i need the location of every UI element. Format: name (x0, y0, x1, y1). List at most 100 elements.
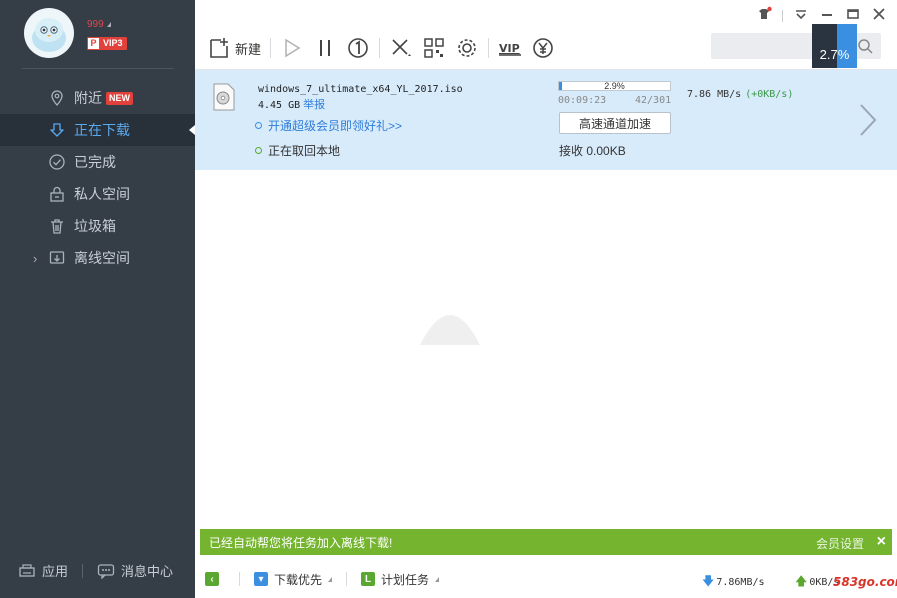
sidebar-divider (22, 68, 174, 69)
task-filename: windows_7_ultimate_x64_YL_2017.iso (258, 84, 463, 95)
sidebar-item-label: 正在下载 (74, 122, 130, 138)
sidebar-item-private-space[interactable]: 私人空间 (0, 178, 195, 210)
lock-icon (48, 185, 66, 203)
piece-count: 42/301 (635, 95, 672, 106)
task-status: 正在取回本地 (255, 142, 340, 159)
sidebar-item-offline-space[interactable]: › 离线空间 (0, 242, 195, 274)
sidebar-item-trash[interactable]: 垃圾箱 (0, 210, 195, 242)
svg-text:VIP: VIP (499, 42, 520, 55)
search-icon[interactable] (856, 37, 874, 55)
close-icon[interactable] (871, 6, 887, 25)
high-speed-accel-button[interactable]: 高速通道加速 (559, 112, 671, 134)
progress-bar: 2.9% (558, 81, 671, 91)
status-bar: ‹ ▾ 下载优先 L 计划任务 🡇 7.86MB/s 🡅 0KB/s (195, 560, 897, 598)
divider (239, 572, 240, 586)
site-watermark: 583go.com (833, 575, 897, 589)
report-link[interactable]: 举报 (303, 98, 325, 111)
notice-text: 已经自动帮您将任务加入离线下载! (209, 535, 393, 550)
divider (782, 9, 783, 22)
divider (346, 572, 348, 586)
task-speed: 7.86 MB/s (+0KB/s) (687, 89, 794, 100)
toolbar: 新建 VIP (207, 34, 564, 62)
sidebar-item-label: 垃圾箱 (74, 218, 116, 234)
divider (379, 38, 381, 58)
message-center-button[interactable]: 消息中心 (97, 561, 173, 580)
delete-button[interactable] (389, 36, 413, 60)
settings-button[interactable] (455, 36, 479, 60)
trash-icon (48, 217, 66, 235)
top-toolbar: 新建 VIP 2.7% (195, 0, 897, 70)
schedule-icon: L (361, 572, 376, 586)
wallet-button[interactable] (531, 36, 555, 60)
download-speed: 🡇 7.86MB/s (702, 572, 765, 593)
delete-x-icon (392, 39, 412, 56)
sidebar: 999 VIP3 附近 NEW 正在下载 已完成 私人空间 (0, 0, 195, 598)
scheduled-tasks-button[interactable]: 计划任务 (381, 571, 429, 588)
pause-button[interactable] (313, 36, 337, 60)
minimize-icon[interactable] (819, 6, 835, 25)
download-priority-icon: ▾ (254, 572, 268, 586)
divider (488, 38, 490, 58)
qr-code-button[interactable] (422, 36, 446, 60)
new-task-button[interactable]: 新建 (207, 36, 261, 60)
elapsed-time: 00:09:23 (558, 95, 607, 106)
apps-button[interactable]: 应用 (18, 561, 68, 580)
dropdown-icon[interactable] (435, 576, 440, 582)
divider (270, 38, 272, 58)
skin-icon[interactable] (756, 6, 772, 25)
empty-state-bird-icon (420, 315, 480, 345)
window-controls (756, 6, 887, 25)
divider (82, 563, 84, 578)
sidebar-item-label: 私人空间 (74, 186, 130, 202)
dropdown-icon[interactable] (328, 576, 333, 582)
sidebar-nav: 附近 NEW 正在下载 已完成 私人空间 垃圾箱 › 离线空间 (0, 82, 195, 274)
collapse-left-icon[interactable]: ‹ (205, 572, 219, 586)
status-dot (255, 147, 262, 154)
maximize-icon[interactable] (845, 6, 861, 25)
received-amount: 接收 0.00KB (559, 144, 626, 158)
offline-notice-bar: 已经自动帮您将任务加入离线下载! 会员设置 × (200, 529, 892, 555)
task-size: 4.45 GB 举报 (258, 98, 326, 111)
vip-button[interactable]: VIP (498, 36, 522, 60)
sidebar-item-label: 离线空间 (74, 250, 130, 266)
download-priority-mode[interactable]: 下载优先 (274, 571, 322, 588)
close-icon[interactable]: × (877, 533, 886, 551)
location-pin-icon (48, 89, 66, 107)
start-button[interactable] (280, 36, 304, 60)
new-file-icon (210, 38, 228, 58)
username[interactable]: 999 (87, 19, 111, 30)
sidebar-item-label: 附近 (74, 90, 102, 106)
member-settings-link[interactable]: 会员设置 (816, 535, 864, 552)
number-one-circle-icon (348, 38, 368, 58)
menu-icon[interactable] (793, 6, 809, 25)
check-circle-icon (48, 153, 66, 171)
new-badge: NEW (106, 91, 133, 105)
sidebar-item-nearby[interactable]: 附近 NEW (0, 82, 195, 114)
yen-coin-icon (533, 38, 553, 58)
qr-code-icon (424, 38, 444, 58)
sidebar-bottom: 应用 消息中心 (0, 561, 195, 580)
arrow-down-icon: 🡇 (702, 574, 715, 588)
cloud-download-icon (48, 249, 66, 267)
avatar[interactable] (24, 8, 74, 58)
vip-icon: VIP (499, 42, 522, 56)
pause-icon (320, 40, 331, 56)
iso-file-icon (213, 83, 235, 111)
vip-promo-link[interactable]: 开通超级会员即领好礼>> (255, 117, 402, 134)
chevron-right-icon[interactable]: › (33, 251, 37, 266)
sidebar-item-downloading[interactable]: 正在下载 (0, 114, 195, 146)
download-arrow-icon (48, 121, 66, 139)
sidebar-item-completed[interactable]: 已完成 (0, 146, 195, 178)
status-dot (255, 122, 262, 129)
chevron-right-icon[interactable] (858, 103, 878, 137)
progress-text: 2.9% (604, 81, 625, 91)
speed-tooltip: 2.7% (812, 24, 857, 68)
chat-bubble-icon (97, 563, 115, 579)
gear-icon (458, 39, 476, 57)
single-task-button[interactable] (346, 36, 370, 60)
task-row[interactable]: windows_7_ultimate_x64_YL_2017.iso 4.45 … (195, 70, 897, 170)
arrow-up-icon: 🡅 (795, 574, 808, 588)
play-icon (285, 38, 301, 58)
vip-badge[interactable]: VIP3 (87, 37, 127, 50)
sidebar-item-label: 已完成 (74, 154, 116, 170)
